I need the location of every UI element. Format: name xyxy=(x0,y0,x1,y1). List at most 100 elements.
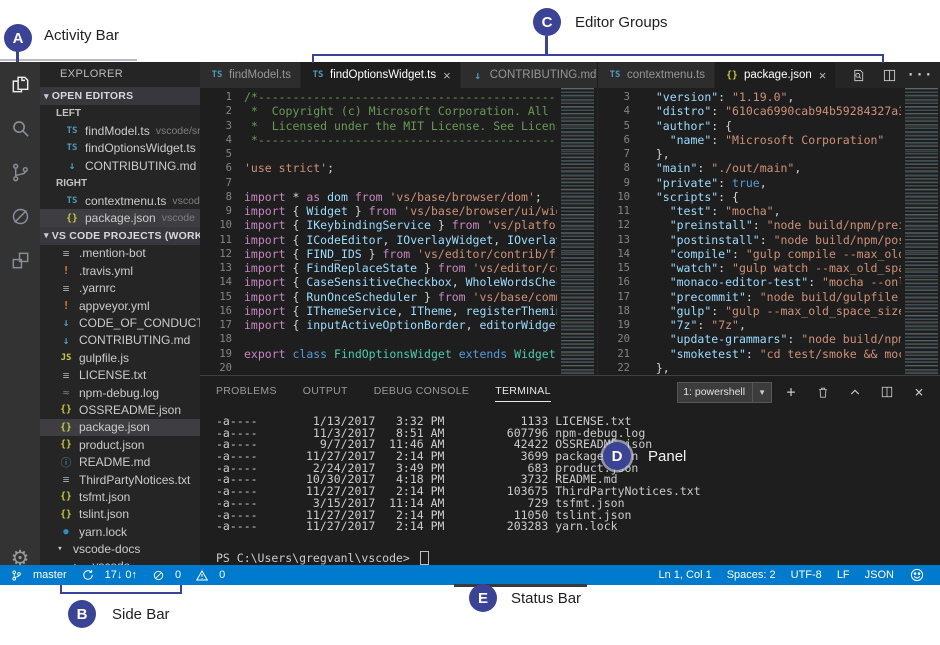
open-editor-item[interactable]: TScontextmenu.tsvscode/src/... xyxy=(40,192,200,209)
code-area-left[interactable]: /*--------------------------------------… xyxy=(244,90,557,375)
code-token: import xyxy=(244,318,286,332)
tree-item[interactable]: !appveyor.yml xyxy=(40,297,200,314)
close-icon[interactable]: × xyxy=(911,385,927,400)
ts-icon: TS xyxy=(607,70,623,80)
code-token: "private" xyxy=(656,176,718,190)
tree-item[interactable]: {}package.json xyxy=(40,419,200,436)
tab-contextmenu.ts[interactable]: TScontextmenu.ts xyxy=(598,62,715,88)
split-editor-icon[interactable] xyxy=(881,69,897,82)
open-editor-item[interactable]: ↓CONTRIBUTING.mdvscode xyxy=(40,157,200,174)
line-number: 16 xyxy=(200,304,232,318)
tab-package.json[interactable]: {}package.json× xyxy=(715,62,836,88)
close-icon[interactable]: × xyxy=(443,69,451,82)
status-item[interactable]: LF xyxy=(837,569,850,581)
code-token: IOverlayWidget xyxy=(396,233,493,247)
list-icon: ≡ xyxy=(58,369,74,382)
tree-item[interactable]: {}tslint.json xyxy=(40,506,200,523)
tree-item[interactable]: !.travis.yml xyxy=(40,262,200,279)
debug-icon[interactable] xyxy=(0,194,40,238)
chevron-up-icon[interactable] xyxy=(847,387,863,397)
warning-icon xyxy=(194,570,210,581)
status-item[interactable]: 17↓ 0↑ xyxy=(80,569,137,581)
line-number: 5 xyxy=(598,119,630,133)
code-token: : xyxy=(746,290,760,304)
code-token: } xyxy=(417,261,438,275)
tree-item[interactable]: ▾vscode-docs xyxy=(40,540,200,557)
terminal-select[interactable]: 1: powershell ▼ xyxy=(677,382,772,403)
status-item[interactable]: Spaces: 2 xyxy=(727,569,776,581)
terminal-output[interactable]: -a---- 1/13/2017 3:32 PM 1133 LICENSE.tx… xyxy=(216,416,930,566)
search-icon[interactable] xyxy=(0,106,40,150)
extensions-icon[interactable] xyxy=(0,238,40,282)
panel-tab-debug-console[interactable]: DEBUG CONSOLE xyxy=(374,381,470,401)
tree-item[interactable]: ⓘREADME.md xyxy=(40,453,200,470)
file-name: tsfmt.json xyxy=(79,490,130,504)
status-item[interactable]: Ln 1, Col 1 xyxy=(659,569,712,581)
yarn-icon: ● xyxy=(58,527,74,537)
file-name: CONTRIBUTING.md xyxy=(79,333,190,347)
tree-item[interactable]: ≡.yarnrc xyxy=(40,280,200,297)
trash-icon[interactable] xyxy=(815,386,831,399)
add-icon[interactable]: + xyxy=(783,385,799,400)
code-line: "preinstall": "node build/npm/preinstall… xyxy=(642,218,901,232)
list-icon: ≡ xyxy=(58,247,74,260)
tab-findOptionsWidget.ts[interactable]: TSfindOptionsWidget.ts× xyxy=(301,62,461,88)
tree-item[interactable]: ↓CODE_OF_CONDUCT.md xyxy=(40,314,200,331)
code-token: "postinstall" xyxy=(670,233,760,247)
code-area-right[interactable]: "version": "1.19.0", "distro": "610ca699… xyxy=(642,90,901,375)
status-item[interactable]: 0 xyxy=(150,569,181,581)
status-item[interactable]: UTF-8 xyxy=(791,569,822,581)
code-token xyxy=(642,233,670,247)
json-icon: {} xyxy=(58,509,74,520)
tree-item[interactable]: ●yarn.lock xyxy=(40,523,200,540)
minimap[interactable] xyxy=(905,88,938,375)
tree-item[interactable]: ↓CONTRIBUTING.md xyxy=(40,332,200,349)
file-name: package.json xyxy=(85,211,156,225)
open-editor-item[interactable]: TSfindOptionsWidget.tsvsco... xyxy=(40,140,200,157)
open-changes-icon[interactable] xyxy=(850,69,866,82)
tree-item[interactable]: {}product.json xyxy=(40,436,200,453)
workspace-header[interactable]: ▾ VS CODE PROJECTS (WORKSPACE) xyxy=(40,227,200,245)
tree-item[interactable]: JSgulpfile.js xyxy=(40,349,200,366)
status-item[interactable]: master xyxy=(8,569,67,582)
panel-tab-problems[interactable]: PROBLEMS xyxy=(216,381,277,401)
code-token: : xyxy=(697,161,711,175)
code-token: , xyxy=(794,161,801,175)
code-line: import { FindReplaceState } from 'vs/edi… xyxy=(244,261,557,275)
file-name: CODE_OF_CONDUCT.md xyxy=(79,316,200,330)
source-control-icon[interactable] xyxy=(0,150,40,194)
panel-tab-terminal[interactable]: TERMINAL xyxy=(495,381,551,402)
tree-item[interactable]: ≡LICENSE.txt xyxy=(40,366,200,383)
file-name: .mention-bot xyxy=(79,246,146,260)
close-icon[interactable]: × xyxy=(819,69,827,82)
line-number: 14 xyxy=(200,275,232,289)
tab-CONTRIBUTING.md[interactable]: ↓CONTRIBUTING.md xyxy=(461,62,597,88)
tab-findModel.ts[interactable]: TSfindModel.ts xyxy=(200,62,301,88)
annotation-stem-a xyxy=(16,51,19,62)
code-token: { xyxy=(286,304,307,318)
panel-tab-output[interactable]: OUTPUT xyxy=(303,381,348,401)
json-icon: {} xyxy=(58,491,74,502)
status-item[interactable]: JSON xyxy=(865,569,894,581)
line-number: 18 xyxy=(598,304,630,318)
code-token: : xyxy=(711,304,725,318)
open-editor-item[interactable]: {}package.jsonvscode xyxy=(40,209,200,226)
tree-item[interactable]: {} tsfmt.json xyxy=(40,488,200,505)
status-item[interactable] xyxy=(909,568,930,582)
tree-item[interactable]: ≡ .mention-bot xyxy=(40,245,200,262)
tree-item[interactable]: {}OSSREADME.json xyxy=(40,401,200,418)
minimap[interactable] xyxy=(561,88,594,375)
terminal-prompt[interactable]: PS C:\Users\gregvanl\vscode> xyxy=(216,551,429,565)
tree-item[interactable]: ≈npm-debug.log xyxy=(40,384,200,401)
split-panel-icon[interactable] xyxy=(879,386,895,398)
status-item[interactable]: 0 xyxy=(194,569,225,581)
code-token: * Licensed under the MIT License. See Li… xyxy=(244,119,557,133)
tree-item[interactable]: ≡ThirdPartyNotices.txt xyxy=(40,471,200,488)
code-token: "mocha" xyxy=(725,204,773,218)
open-editors-header[interactable]: ▾ OPEN EDITORS xyxy=(40,87,200,105)
open-editor-item[interactable]: TSfindModel.tsvscode/src/vs/... xyxy=(40,122,200,139)
files-icon[interactable] xyxy=(0,62,40,106)
code-token: , xyxy=(493,233,507,247)
more-icon[interactable]: ··· xyxy=(912,68,928,83)
code-token: : xyxy=(711,204,725,218)
